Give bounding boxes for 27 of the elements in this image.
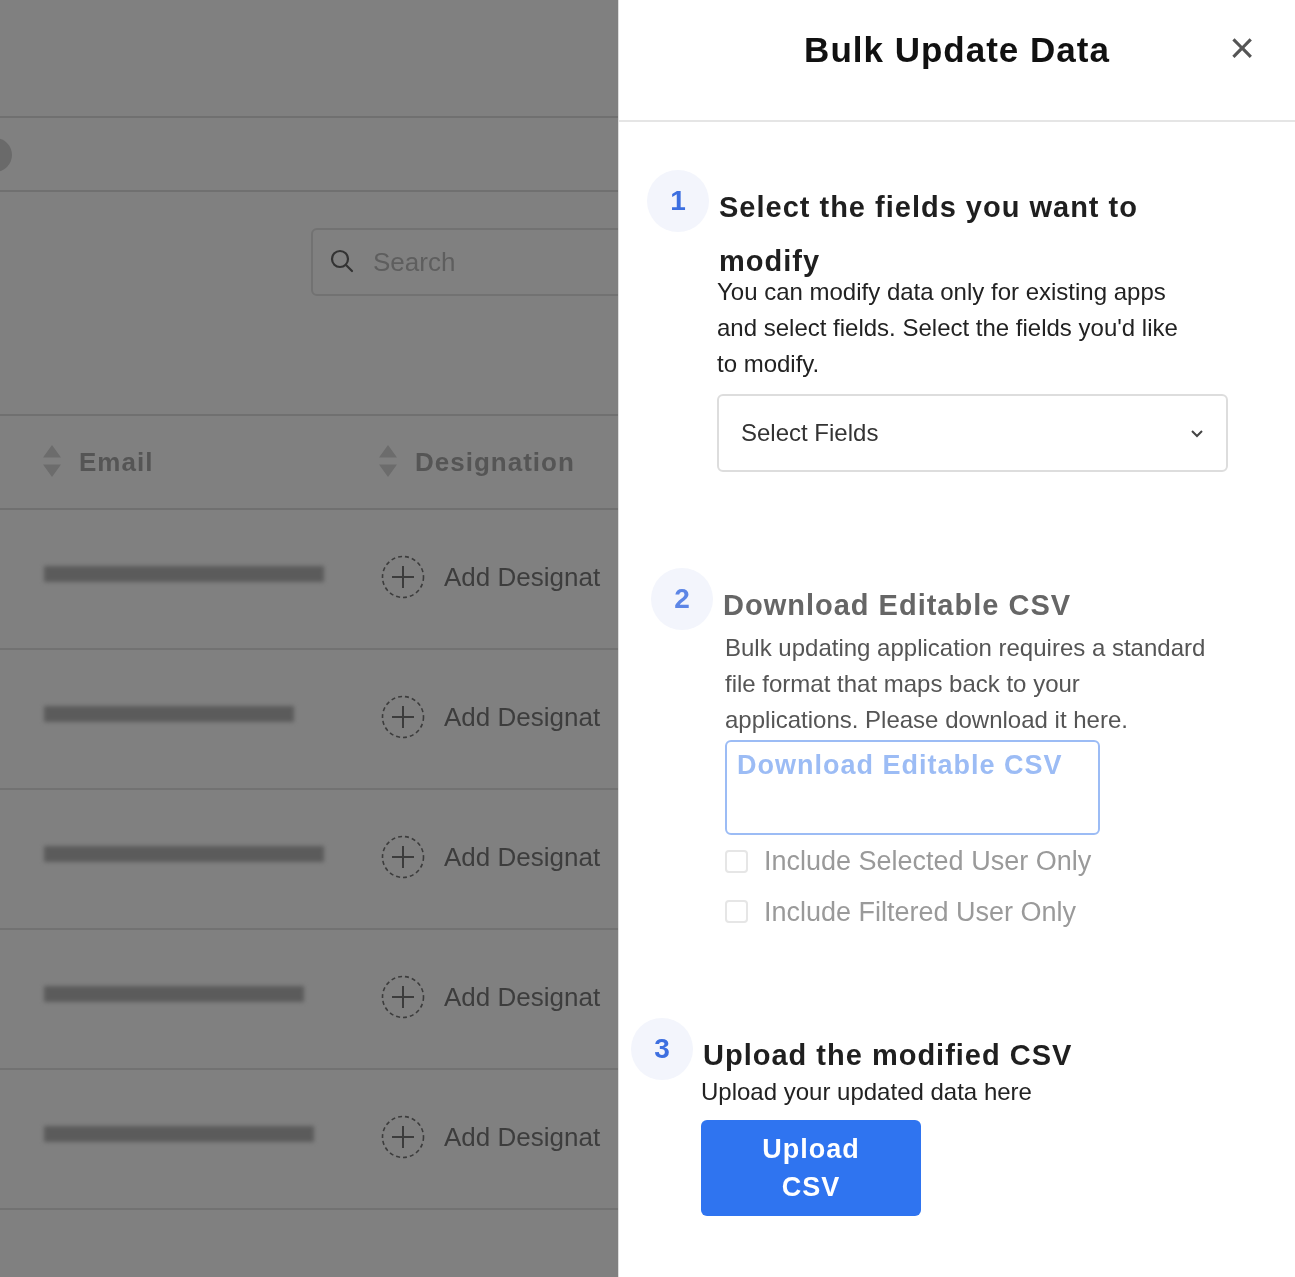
add-circle-icon [381,835,426,880]
checkbox-label: Include Selected User Only [764,845,1092,878]
step-description: You can modify data only for existing apps and select fields. Select the fields you'd like to modify. [717,277,1179,379]
close-button[interactable]: × [1229,22,1255,74]
add-circle-icon [381,1115,426,1160]
add-designation-link[interactable]: Add Designat [444,698,601,737]
step-number: 3 [631,1018,693,1080]
checkbox-label: Include Filtered User Only [764,895,1077,929]
step-title: Select the fields you want to modify [719,190,1139,279]
add-circle-icon [381,695,426,740]
step-number: 1 [647,170,709,232]
add-circle-icon [381,555,426,600]
upload-csv-button[interactable]: Upload CSV [701,1120,921,1216]
step-title: Upload the modified CSV [703,1038,1073,1073]
add-circle-icon [381,975,426,1020]
add-designation-link[interactable]: Add Designat [444,838,601,877]
step-title: Download Editable CSV [723,588,1072,623]
search-icon [329,248,356,275]
select-fields-dropdown[interactable]: Select Fields [717,394,1228,472]
chevron-down-icon [1190,428,1204,438]
step-description: Upload your updated data here [701,1077,1033,1107]
add-designation-link[interactable]: Add Designat [444,978,601,1017]
step-number: 2 [651,568,713,630]
add-designation-link[interactable]: Add Designat [444,1118,601,1157]
panel-title: Bulk Update Data [804,29,1110,71]
step-description: Bulk updating application requires a standard file format that maps back to your applications. Please download it here. [725,633,1207,735]
add-designation-link[interactable]: Add Designat [444,558,601,597]
